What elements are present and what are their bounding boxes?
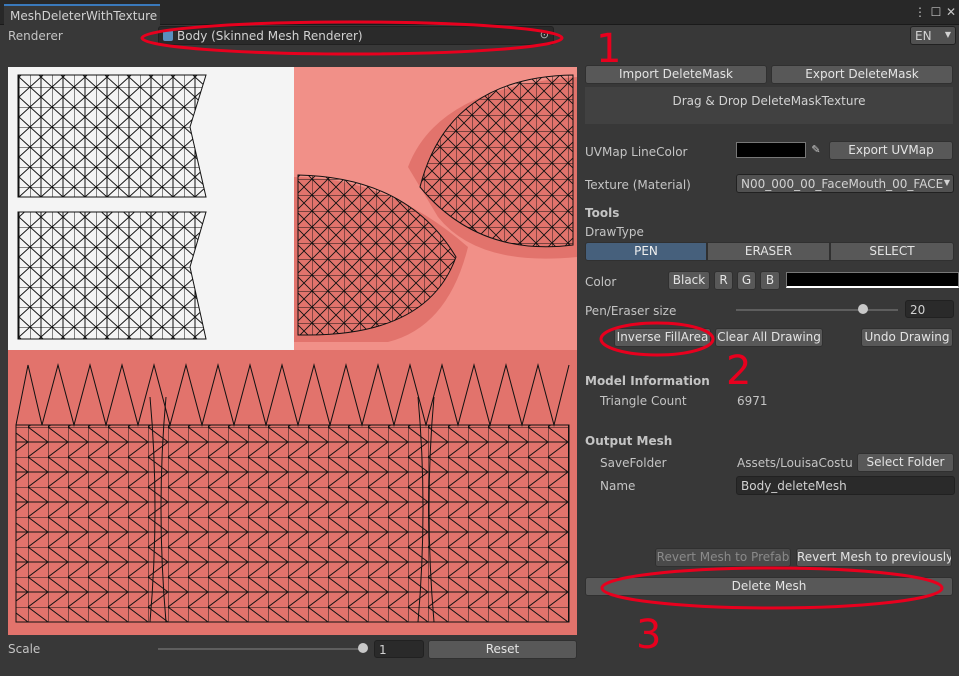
annotation-overlay: 1 2 3: [140, 20, 944, 658]
annotation-marker-3: 3: [636, 612, 661, 658]
annotation-marker-2: 2: [726, 348, 751, 394]
annotation-circle-inverse-fill: [599, 321, 715, 357]
annotation-marker-1: 1: [596, 26, 621, 72]
annotation-circle-renderer: [140, 20, 564, 56]
annotation-circle-delete-mesh: [600, 566, 944, 610]
